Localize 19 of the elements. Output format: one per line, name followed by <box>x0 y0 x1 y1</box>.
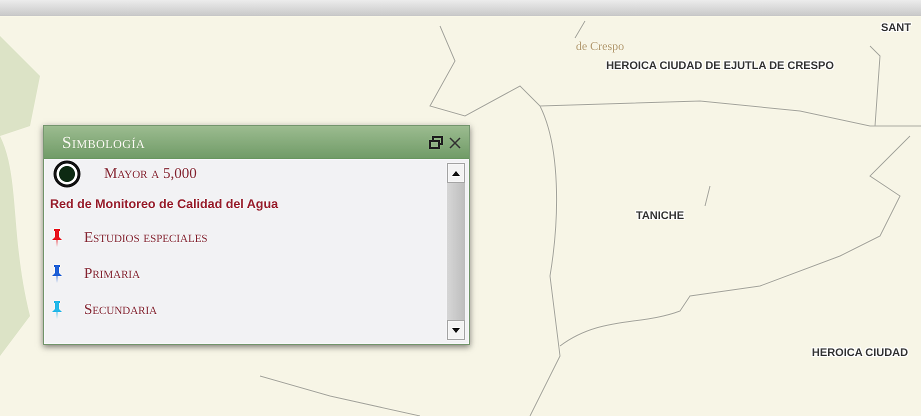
town-label: de Crespo <box>576 38 624 55</box>
place-label: HEROICA CIUDAD <box>812 346 908 361</box>
panel-title: Simbología <box>62 132 146 154</box>
place-label: HEROICA CIUDAD DE EJUTLA DE CRESPO <box>606 58 834 74</box>
legend-label: Secundaria <box>84 300 158 320</box>
legend-heading: Red de Monitoreo de Calidad del Agua <box>50 196 280 213</box>
legend-label: Primaria <box>84 264 140 284</box>
scroll-up-button[interactable] <box>447 163 465 183</box>
legend-label: Estudios especiales <box>84 228 208 248</box>
place-label: SANT <box>881 20 911 36</box>
circle-symbol-icon <box>52 159 82 189</box>
scrollbar[interactable] <box>447 163 465 340</box>
close-icon[interactable] <box>449 136 461 148</box>
up-arrow-icon <box>452 170 460 176</box>
place-label: TANICHE <box>636 208 684 224</box>
legend-label: Mayor a 5,000 <box>104 164 197 184</box>
restore-icon[interactable] <box>429 136 443 149</box>
scroll-down-button[interactable] <box>447 320 465 340</box>
down-arrow-icon <box>452 328 460 332</box>
